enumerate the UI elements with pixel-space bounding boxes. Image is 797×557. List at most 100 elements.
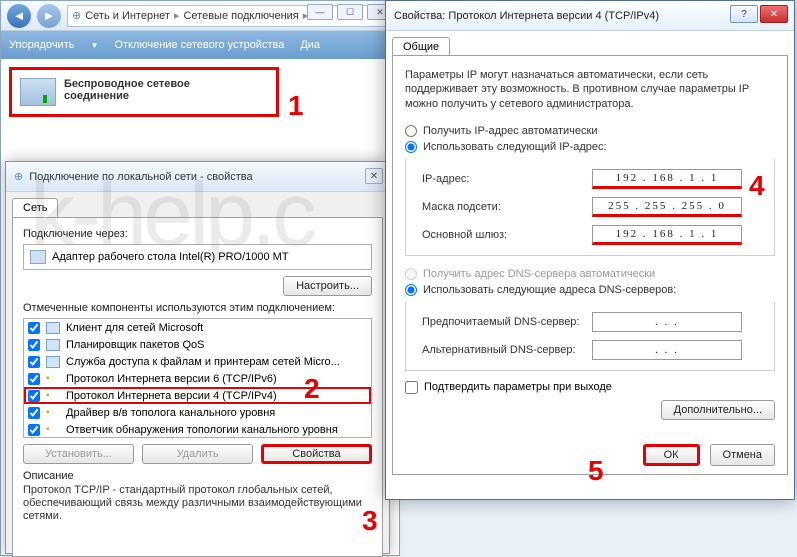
nav-back-button[interactable]: ◄	[7, 4, 31, 28]
checkbox[interactable]	[28, 356, 40, 368]
radio-manual-dns[interactable]: Использовать следующие адреса DNS-сервер…	[405, 282, 775, 298]
adapter-name: Адаптер рабочего стола Intel(R) PRO/1000…	[52, 251, 289, 263]
dns-fields-group: Предпочитаемый DNS-сервер: . . . Альтерн…	[405, 302, 775, 371]
maximize-button[interactable]: ☐	[337, 4, 363, 20]
annotation-step-4: 4	[749, 170, 765, 202]
checkbox[interactable]	[405, 381, 418, 394]
nav-fwd-button[interactable]: ►	[37, 4, 61, 28]
responder-icon: ▪	[46, 424, 60, 436]
list-item[interactable]: ▪ Драйвер в/в тополога канального уровня	[24, 404, 371, 421]
minimize-button[interactable]: —	[307, 4, 333, 20]
explorer-body: Беспроводное сетевое соединение	[1, 59, 399, 125]
window-controls: — ☐ ✕	[307, 4, 393, 20]
alternate-dns-input[interactable]: . . .	[592, 340, 742, 360]
checkbox[interactable]	[28, 339, 40, 351]
list-item[interactable]: Планировщик пакетов QoS	[24, 336, 371, 353]
close-button[interactable]: ✕	[365, 168, 383, 184]
checkbox[interactable]	[28, 322, 40, 334]
network-icon: ⊕	[72, 9, 81, 22]
radio[interactable]	[405, 125, 417, 137]
explorer-toolbar: Упорядочить ▼ Отключение сетевого устрой…	[1, 31, 399, 59]
description-box: Описание Протокол TCP/IP - стандартный п…	[23, 470, 372, 524]
checkbox[interactable]	[28, 424, 40, 436]
alternate-dns-row: Альтернативный DNS-сервер: . . .	[422, 340, 764, 360]
ipv4-properties-dialog: Свойства: Протокол Интернета версии 4 (T…	[385, 0, 795, 500]
advanced-button[interactable]: Дополнительно...	[661, 400, 775, 420]
toolbar-disable-device[interactable]: Отключение сетевого устройства	[114, 39, 284, 51]
annotation-step-5: 5	[588, 455, 604, 487]
component-label: Ответчик обнаружения топологии канальног…	[66, 424, 338, 436]
lan-properties-dialog: ⊕ Подключение по локальной сети - свойст…	[5, 161, 390, 554]
dialog-title: Подключение по локальной сети - свойства	[29, 171, 252, 183]
cancel-button[interactable]: Отмена	[710, 444, 775, 466]
close-button[interactable]: ✕	[760, 5, 788, 23]
field-label: IP-адрес:	[422, 173, 592, 185]
component-label: Драйвер в/в тополога канального уровня	[66, 407, 275, 419]
tabstrip: Сеть	[6, 192, 389, 217]
protocol-icon: ▪	[46, 390, 60, 402]
gateway-input[interactable]: 192 . 168 . 1 . 1	[592, 225, 742, 245]
radio-auto-dns: Получить адрес DNS-сервера автоматически	[405, 266, 775, 282]
annotation-step-1: 1	[288, 90, 304, 122]
protocol-icon: ▪	[46, 373, 60, 385]
adapter-icon	[30, 250, 46, 264]
radio[interactable]	[405, 284, 417, 296]
preferred-dns-input[interactable]: . . .	[592, 312, 742, 332]
install-button[interactable]: Установить...	[23, 444, 134, 464]
text-line: соединение	[64, 90, 190, 102]
confirm-on-exit[interactable]: Подтвердить параметры при выходе	[405, 381, 775, 394]
component-label: Планировщик пакетов QoS	[66, 339, 205, 351]
field-label: Альтернативный DNS-сервер:	[422, 344, 592, 356]
breadcrumb-part[interactable]: Сетевые подключения	[183, 10, 298, 22]
wireless-connection-item[interactable]: Беспроводное сетевое соединение	[9, 67, 279, 117]
checkbox[interactable]	[28, 407, 40, 419]
toolbar-organize[interactable]: Упорядочить	[9, 39, 74, 51]
intro-text: Параметры IP могут назначаться автоматич…	[405, 68, 775, 111]
tab-network[interactable]: Сеть	[12, 198, 58, 217]
breadcrumb-part[interactable]: Сеть и Интернет	[85, 10, 170, 22]
list-item[interactable]: Клиент для сетей Microsoft	[24, 319, 371, 336]
radio	[405, 268, 417, 280]
adapter-field[interactable]: Адаптер рабочего стола Intel(R) PRO/1000…	[23, 244, 372, 270]
driver-icon: ▪	[46, 407, 60, 419]
checkbox[interactable]	[28, 390, 40, 402]
radio[interactable]	[405, 141, 417, 153]
preferred-dns-row: Предпочитаемый DNS-сервер: . . .	[422, 312, 764, 332]
remove-button[interactable]: Удалить	[142, 444, 253, 464]
chevron-right-icon: ▸	[174, 9, 180, 22]
service-icon	[46, 356, 60, 368]
list-item[interactable]: Служба доступа к файлам и принтерам сете…	[24, 353, 371, 370]
checkbox[interactable]	[28, 373, 40, 385]
dialog-title: Свойства: Протокол Интернета версии 4 (T…	[394, 10, 659, 22]
radio-label: Получить IP-адрес автоматически	[423, 125, 597, 137]
connect-via-label: Подключение через:	[23, 228, 372, 240]
tab-panel: Подключение через: Адаптер рабочего стол…	[12, 217, 383, 557]
component-label: Служба доступа к файлам и принтерам сете…	[66, 356, 340, 368]
toolbar-diagnose[interactable]: Диа	[300, 39, 320, 51]
gateway-row: Основной шлюз: 192 . 168 . 1 . 1	[422, 225, 764, 245]
checkbox-label: Подтвердить параметры при выходе	[424, 381, 612, 393]
ok-button[interactable]: ОК	[643, 444, 700, 466]
tabstrip: Общие	[392, 37, 788, 56]
subnet-mask-input[interactable]: 255 . 255 . 255 . 0	[592, 197, 742, 217]
subnet-mask-row: Маска подсети: 255 . 255 . 255 . 0	[422, 197, 764, 217]
radio-auto-ip[interactable]: Получить IP-адрес автоматически	[405, 123, 775, 139]
component-label: Протокол Интернета версии 4 (TCP/IPv4)	[66, 390, 277, 402]
ip-address-input[interactable]: 192 . 168 . 1 . 1	[592, 169, 742, 189]
radio-manual-ip[interactable]: Использовать следующий IP-адрес:	[405, 139, 775, 155]
annotation-step-3: 3	[362, 505, 378, 537]
ipv4-titlebar[interactable]: Свойства: Протокол Интернета версии 4 (T…	[386, 1, 794, 31]
ip-fields-group: IP-адрес: 192 . 168 . 1 . 1 Маска подсет…	[405, 159, 775, 256]
annotation-step-2: 2	[304, 373, 320, 405]
field-label: Основной шлюз:	[422, 229, 592, 241]
configure-button[interactable]: Настроить...	[283, 276, 372, 296]
properties-button[interactable]: Свойства	[261, 444, 372, 464]
tab-general[interactable]: Общие	[392, 37, 450, 56]
text-line: Беспроводное сетевое	[64, 78, 190, 90]
help-button[interactable]: ?	[730, 5, 758, 23]
lan-properties-titlebar[interactable]: ⊕ Подключение по локальной сети - свойст…	[6, 162, 389, 192]
ip-address-row: IP-адрес: 192 . 168 . 1 . 1	[422, 169, 764, 189]
component-label: Клиент для сетей Microsoft	[66, 322, 203, 334]
component-list[interactable]: Клиент для сетей Microsoft Планировщик п…	[23, 318, 372, 438]
list-item[interactable]: ▪ Ответчик обнаружения топологии канально…	[24, 421, 371, 438]
